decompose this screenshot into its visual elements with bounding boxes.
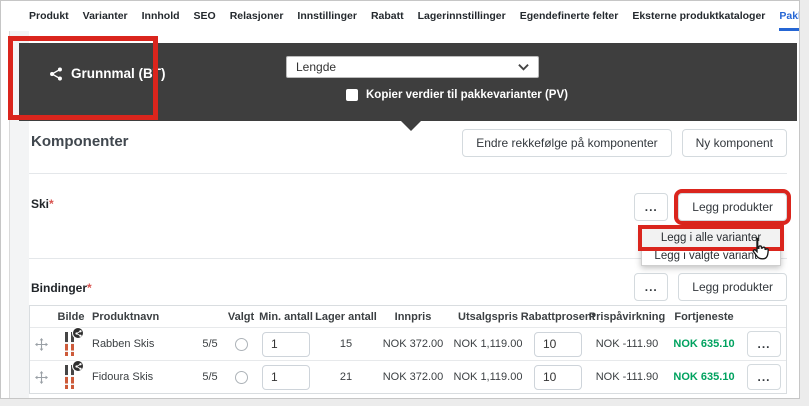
menu-item-legg-i-valgte-varianter[interactable]: Legg i valgte varianter <box>642 247 780 265</box>
tab-produkt[interactable]: Produkt <box>29 1 69 31</box>
variant-count: 5/5 <box>196 371 224 383</box>
prispavirkning-value: NOK -111.90 <box>588 371 666 383</box>
col-header-rabattprosent: Rabattprosent <box>528 311 588 323</box>
product-editor-window: Produkt Varianter Innhold SEO Relasjoner… <box>0 0 800 399</box>
ski-component-label: Ski* <box>31 197 54 211</box>
innpris-value: NOK 372.00 <box>378 338 448 350</box>
innpris-value: NOK 372.00 <box>378 371 448 383</box>
product-name: Fidoura Skis <box>90 371 196 383</box>
bindinger-more-button[interactable]: ... <box>634 273 668 301</box>
product-image <box>63 364 79 390</box>
tab-rabatt[interactable]: Rabatt <box>371 1 404 31</box>
bindinger-component-label: Bindinger* <box>31 281 92 295</box>
tab-relasjoner[interactable]: Relasjoner <box>230 1 284 31</box>
header-pointer-triangle <box>400 120 422 131</box>
reorder-components-button[interactable]: Endre rekkefølge på komponenter <box>462 129 671 157</box>
tab-pakkeprodukter[interactable]: Pakkep <box>779 1 800 31</box>
min-antall-input[interactable] <box>262 365 310 390</box>
variant-count: 5/5 <box>196 338 224 350</box>
chevron-down-icon <box>518 63 529 71</box>
table-header-row: Bilde Produktnavn Valgt Min. antall Lage… <box>30 306 786 327</box>
tab-lagerinnstillinger[interactable]: Lagerinnstillinger <box>418 1 506 31</box>
col-header-innpris: Innpris <box>378 311 448 323</box>
product-image <box>63 331 79 357</box>
tab-seo[interactable]: SEO <box>194 1 216 31</box>
table-row: Rabben Skis 5/5 15 NOK 372.00 NOK 1,119.… <box>30 327 786 360</box>
fortjeneste-value: NOK 635.10 <box>673 338 734 350</box>
components-actions: Endre rekkefølge på komponenter Ny kompo… <box>462 129 787 157</box>
menu-item-legg-i-alle-varianter[interactable]: Legg i alle varianter <box>642 229 780 247</box>
bindinger-actions: ... Legg produkter <box>634 273 787 301</box>
ski-label-text: Ski <box>31 197 49 211</box>
rabattprosent-input[interactable] <box>534 365 582 390</box>
col-header-prispavirkning: Prispåvirkning <box>588 311 666 323</box>
share-badge-icon <box>72 360 84 372</box>
tab-eksterne-produktkataloger[interactable]: Eksterne produktkataloger <box>632 1 765 31</box>
ski-add-products-button[interactable]: Legg produkter <box>678 193 787 221</box>
divider <box>29 173 787 174</box>
col-header-produktnavn: Produktnavn <box>90 311 196 323</box>
prispavirkning-value: NOK -111.90 <box>588 338 666 350</box>
copy-to-variants-row: Kopier verdier til pakkevarianter (PV) <box>346 89 568 101</box>
ski-actions: ... Legg produkter <box>634 193 787 221</box>
share-icon <box>49 67 63 81</box>
valgt-radio[interactable] <box>235 338 248 351</box>
min-antall-input[interactable] <box>262 332 310 357</box>
rabattprosent-input[interactable] <box>534 332 582 357</box>
tab-bar: Produkt Varianter Innhold SEO Relasjoner… <box>1 1 800 31</box>
col-header-valgt: Valgt <box>224 311 258 323</box>
col-header-fortjeneste: Fortjeneste <box>666 311 742 323</box>
move-handle-icon[interactable] <box>35 338 48 351</box>
copy-to-variants-label: Kopier verdier til pakkevarianter (PV) <box>366 89 568 101</box>
col-header-utsalgspris: Utsalgspris <box>448 311 528 323</box>
components-products-table: Bilde Produktnavn Valgt Min. antall Lage… <box>29 305 787 394</box>
row-more-button[interactable]: ... <box>747 364 781 390</box>
valgt-radio[interactable] <box>235 371 248 384</box>
col-header-min-antall: Min. antall <box>258 311 314 323</box>
required-mark: * <box>87 281 92 295</box>
tab-egendefinerte-felter[interactable]: Egendefinerte felter <box>520 1 619 31</box>
required-mark: * <box>49 197 54 211</box>
add-products-menu: Legg i alle varianter Legg i valgte vari… <box>641 228 781 266</box>
tab-varianter[interactable]: Varianter <box>83 1 128 31</box>
page-title: Komponenter <box>31 133 129 150</box>
template-header-bar: Grunnmal (BT) Lengde Kopier verdier til … <box>19 43 797 121</box>
template-label: Grunnmal (BT) <box>71 66 166 81</box>
bindinger-add-products-button[interactable]: Legg produkter <box>678 273 787 301</box>
product-name: Rabben Skis <box>90 338 196 350</box>
row-more-button[interactable]: ... <box>747 331 781 357</box>
col-header-lager-antall: Lager antall <box>314 311 378 323</box>
utsalgspris-value: NOK 1,119.00 <box>448 371 528 383</box>
move-handle-icon[interactable] <box>35 371 48 384</box>
lager-antall-value: 21 <box>314 371 378 383</box>
tab-innhold[interactable]: Innhold <box>142 1 180 31</box>
fortjeneste-value: NOK 635.10 <box>673 371 734 383</box>
col-header-bilde: Bilde <box>52 311 90 323</box>
utsalgspris-value: NOK 1,119.00 <box>448 338 528 350</box>
table-row: Fidoura Skis 5/5 21 NOK 372.00 NOK 1,119… <box>30 360 786 393</box>
variant-select-value: Lengde <box>296 60 336 74</box>
variant-select[interactable]: Lengde <box>286 56 539 78</box>
tab-innstillinger[interactable]: Innstillinger <box>297 1 357 31</box>
copy-to-variants-checkbox[interactable] <box>346 89 358 101</box>
lager-antall-value: 15 <box>314 338 378 350</box>
new-component-button[interactable]: Ny komponent <box>682 129 787 157</box>
template-name: Grunnmal (BT) <box>49 66 166 81</box>
share-badge-icon <box>72 327 84 339</box>
bindinger-label-text: Bindinger <box>31 281 87 295</box>
ski-more-button[interactable]: ... <box>634 193 668 221</box>
